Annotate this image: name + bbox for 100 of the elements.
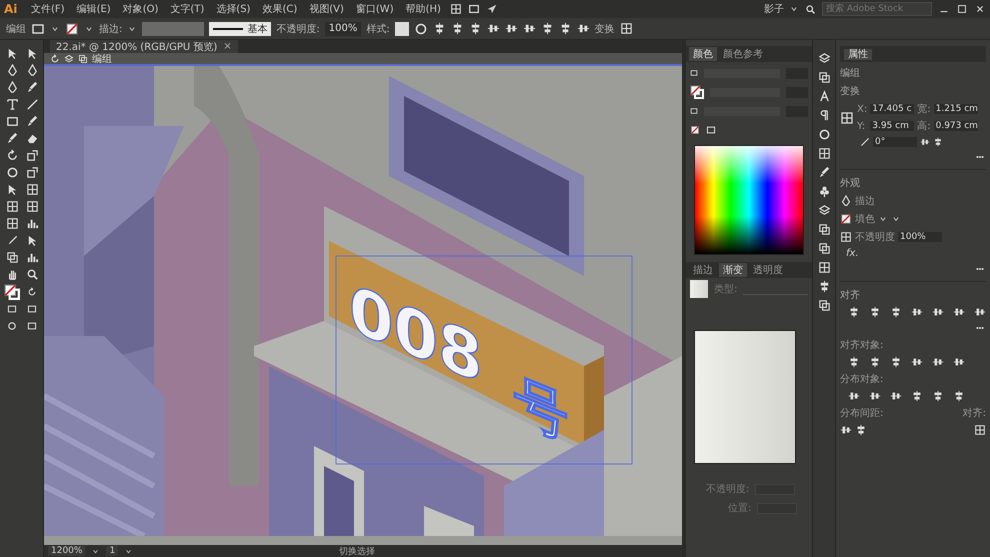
distribute-icon[interactable] [869, 390, 881, 402]
menu-item[interactable]: 窗口(W) [352, 2, 397, 16]
pen-icon[interactable] [26, 64, 38, 77]
close-icon[interactable] [974, 3, 986, 15]
letter-icon[interactable] [818, 90, 831, 103]
grid-icon[interactable] [450, 3, 462, 15]
tab-close-button[interactable]: × [223, 41, 232, 52]
align-icon[interactable] [911, 306, 923, 318]
eraser-icon[interactable] [26, 132, 38, 145]
menu-item[interactable]: 帮助(H) [402, 2, 444, 16]
fx-button[interactable]: fx. [840, 248, 986, 259]
search-icon[interactable] [805, 4, 816, 14]
fill-stroke-icon[interactable] [4, 284, 20, 300]
grid-icon[interactable] [818, 261, 831, 274]
panel-tab[interactable]: 描边 [689, 263, 717, 277]
panel-tab[interactable]: 透明度 [749, 263, 787, 277]
workspace-switcher[interactable]: 影子 [761, 2, 787, 16]
group-icon[interactable] [78, 54, 88, 64]
brush-icon[interactable] [26, 115, 38, 128]
copy-icon[interactable] [818, 242, 831, 255]
layers-icon[interactable] [64, 54, 74, 64]
align-icon[interactable] [486, 22, 500, 35]
grid-icon[interactable] [6, 217, 18, 230]
rotate-icon[interactable] [6, 149, 18, 162]
zoom-icon[interactable] [26, 268, 38, 281]
menu-item[interactable]: 视图(V) [306, 2, 347, 16]
distribute-icon[interactable] [840, 424, 852, 436]
grid-icon[interactable] [818, 147, 831, 160]
panel-tab[interactable]: 渐变 [719, 263, 747, 277]
align-icon[interactable] [504, 22, 518, 35]
opacity-field[interactable]: 100% [898, 232, 942, 242]
grid-icon[interactable] [26, 183, 38, 196]
zoom-level-field[interactable]: 1200% [48, 546, 86, 556]
panel-tab[interactable]: 属性 [844, 49, 872, 60]
back-arrow-icon[interactable] [50, 54, 60, 64]
align-icon[interactable] [974, 306, 986, 318]
fill-stroke-icon[interactable] [690, 85, 704, 99]
reference-point-icon[interactable] [840, 110, 854, 124]
selection-bounding-box[interactable] [336, 256, 632, 464]
angle-field[interactable]: 0° [873, 137, 917, 147]
stroke-swatch-icon[interactable] [65, 22, 79, 36]
layers-icon[interactable] [818, 52, 831, 65]
paragraph-icon[interactable] [818, 109, 831, 122]
distribute-icon[interactable] [890, 390, 902, 402]
copy-icon[interactable] [818, 71, 831, 84]
distribute-icon[interactable] [855, 424, 867, 436]
align-icon[interactable] [932, 356, 944, 368]
distribute-icon[interactable] [932, 390, 944, 402]
align-icon[interactable] [953, 306, 965, 318]
position-field[interactable]: 3.95 cm [870, 121, 914, 131]
panel-tab[interactable]: 颜色 [689, 47, 717, 61]
scale-icon[interactable] [26, 166, 38, 179]
distribute-icon[interactable] [848, 390, 860, 402]
menu-item[interactable]: 文字(T) [167, 2, 208, 16]
transform-link[interactable]: 变换 [594, 22, 615, 36]
menu-item[interactable]: 效果(C) [259, 2, 300, 16]
align-icon[interactable] [911, 356, 923, 368]
align-icon[interactable] [869, 306, 881, 318]
color-spectrum[interactable] [694, 145, 804, 255]
align-icon[interactable] [848, 306, 860, 318]
circle-icon[interactable] [6, 166, 18, 179]
align-icon[interactable] [576, 22, 590, 35]
position-field[interactable]: 17.405 c [870, 104, 914, 114]
bar-chart-icon[interactable] [26, 217, 38, 230]
fill-swatch-icon[interactable] [840, 213, 852, 225]
menu-item[interactable]: 编辑(E) [74, 2, 114, 16]
grid-icon[interactable] [6, 200, 18, 213]
brush-icon[interactable] [6, 132, 18, 145]
fill-swatch-icon[interactable] [31, 22, 45, 36]
align-icon[interactable] [932, 306, 944, 318]
gradient-swatch[interactable] [690, 280, 708, 298]
layers-icon[interactable] [818, 204, 831, 217]
align-icon[interactable] [890, 306, 902, 318]
stock-search-field[interactable]: 搜索 Adobe Stock [822, 2, 932, 16]
layout-icon[interactable] [468, 3, 480, 15]
club-icon[interactable] [818, 185, 831, 198]
panel-tab[interactable]: 颜色参考 [719, 47, 767, 61]
align-icon[interactable] [848, 356, 860, 368]
bar-chart-icon[interactable] [26, 251, 38, 264]
grid-icon[interactable] [26, 200, 38, 213]
opacity-field[interactable]: 100% [324, 22, 362, 36]
breadcrumb-group[interactable]: 编组 [92, 52, 112, 66]
stroke-weight-field[interactable] [142, 22, 204, 36]
style-swatch[interactable] [394, 22, 409, 36]
angle-icon[interactable] [860, 137, 870, 147]
type-icon[interactable] [6, 98, 18, 111]
distribute-icon[interactable] [953, 390, 965, 402]
artboard-field[interactable]: 1 [106, 546, 118, 556]
brush-icon[interactable] [818, 166, 831, 179]
align-icon[interactable] [953, 356, 965, 368]
align-icon[interactable] [869, 356, 881, 368]
copy-icon[interactable] [818, 299, 831, 312]
pen-icon[interactable] [6, 81, 18, 94]
distribute-icon[interactable] [911, 390, 923, 402]
swap-icon[interactable] [27, 286, 37, 296]
size-field[interactable]: 1.215 cm [934, 104, 978, 114]
swatch-icon[interactable] [706, 125, 716, 135]
maximize-icon[interactable] [956, 3, 968, 15]
line-icon[interactable] [26, 98, 38, 111]
scale-icon[interactable] [26, 149, 38, 162]
